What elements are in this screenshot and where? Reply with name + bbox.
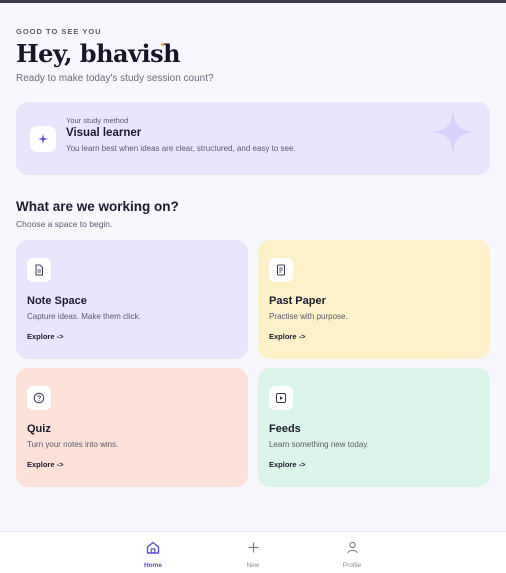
space-card-description: Turn your notes into wins.: [27, 440, 119, 449]
nav-item-home[interactable]: Home: [133, 541, 173, 569]
home-icon: [146, 541, 160, 559]
space-card-title: Quiz: [27, 423, 51, 435]
bottom-navigation: Home New Profile: [0, 531, 506, 573]
top-status-bar: [0, 0, 506, 3]
space-card-description: Practise with purpose.: [269, 312, 348, 321]
space-card-note-space[interactable]: Note Space Capture ideas. Make them clic…: [16, 240, 248, 359]
explore-link[interactable]: Explore ->: [269, 332, 305, 341]
paper-icon: [269, 258, 293, 282]
greeting-title: Hey, bhavish: [16, 39, 181, 68]
section-title: What are we working on?: [16, 199, 179, 214]
greeting-dot-decoration: [161, 43, 164, 46]
study-method-card[interactable]: Your study method Visual learner You lea…: [16, 102, 490, 175]
space-card-title: Feeds: [269, 423, 301, 435]
nav-item-new[interactable]: New: [233, 541, 273, 569]
space-card-quiz[interactable]: Quiz Turn your notes into wins. Explore …: [16, 368, 248, 487]
user-icon: [346, 541, 359, 559]
nav-label: New: [246, 562, 260, 569]
greeting-subtitle: Ready to make today's study session coun…: [16, 73, 214, 84]
space-card-description: Capture ideas. Make them click.: [27, 312, 141, 321]
nav-label: Profile: [342, 562, 362, 569]
space-card-feeds[interactable]: Feeds Learn something new today. Explore…: [258, 368, 490, 487]
greeting-eyebrow: GOOD TO SEE YOU: [16, 27, 102, 36]
space-card-description: Learn something new today.: [269, 440, 369, 449]
explore-link[interactable]: Explore ->: [27, 460, 63, 469]
sparkle-decoration-icon: [430, 108, 476, 161]
quiz-icon: [27, 386, 51, 410]
document-icon: [27, 258, 51, 282]
explore-link[interactable]: Explore ->: [27, 332, 63, 341]
nav-label: Home: [143, 562, 163, 569]
section-subtitle: Choose a space to begin.: [16, 219, 113, 229]
study-method-label: Your study method: [66, 116, 129, 125]
study-method-description: You learn best when ideas are clear, str…: [66, 144, 296, 153]
study-method-name: Visual learner: [66, 127, 142, 139]
space-card-title: Note Space: [27, 295, 87, 307]
play-icon: [269, 386, 293, 410]
explore-link[interactable]: Explore ->: [269, 460, 305, 469]
plus-icon: [247, 541, 260, 559]
nav-item-profile[interactable]: Profile: [332, 541, 372, 569]
sparkle-icon: [30, 126, 56, 152]
space-card-title: Past Paper: [269, 295, 326, 307]
space-card-past-paper[interactable]: Past Paper Practise with purpose. Explor…: [258, 240, 490, 359]
